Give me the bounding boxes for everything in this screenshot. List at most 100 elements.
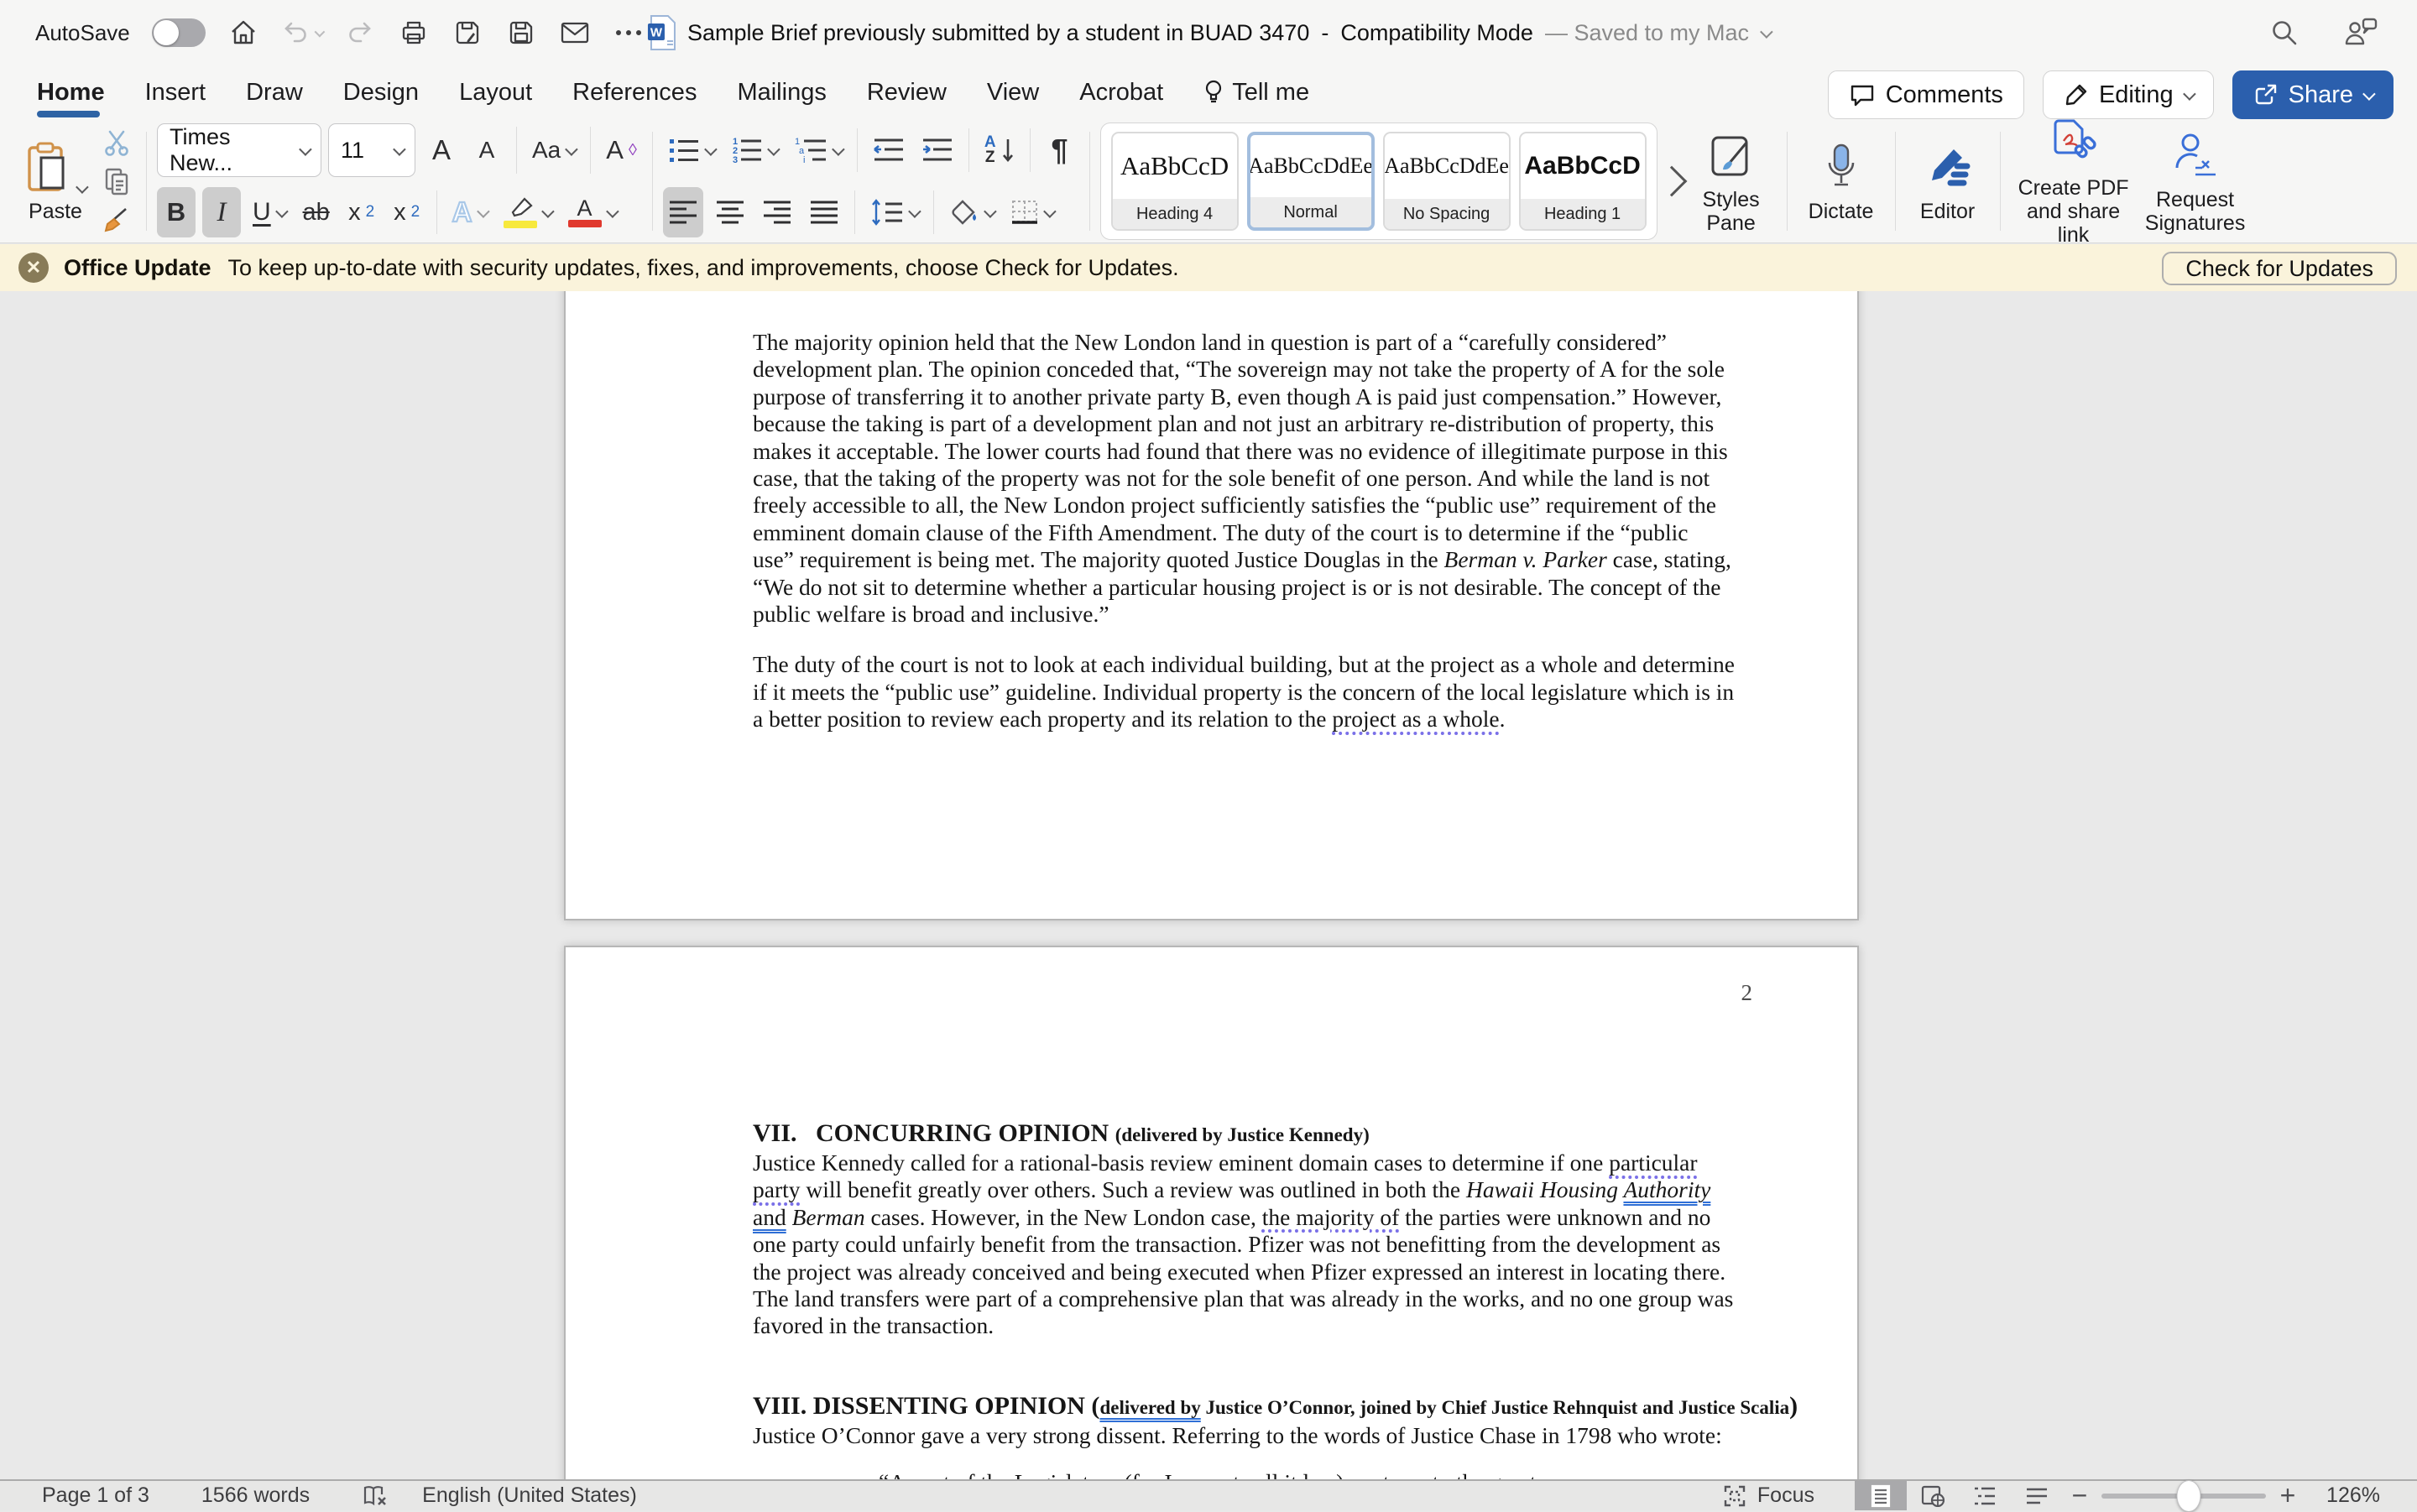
line-spacing-button[interactable] xyxy=(865,187,923,237)
autosave-toggle[interactable] xyxy=(152,18,206,47)
zoom-out-button[interactable]: − xyxy=(2063,1480,2096,1511)
clear-formatting-button[interactable]: A◊ xyxy=(601,125,642,175)
paragraph: The duty of the court is not to look at … xyxy=(753,651,1752,733)
borders-button[interactable] xyxy=(1005,187,1058,237)
zoom-slider-thumb[interactable] xyxy=(2176,1480,2200,1512)
tab-insert[interactable]: Insert xyxy=(145,65,206,119)
print-icon[interactable] xyxy=(398,17,430,49)
share-button[interactable]: Share xyxy=(2232,70,2394,119)
autosave-label: AutoSave xyxy=(35,20,130,46)
paste-chevron-icon xyxy=(76,180,89,194)
multilevel-list-button[interactable]: 1ai xyxy=(789,125,847,175)
strikethrough-button[interactable]: ab xyxy=(297,187,336,237)
style-card-heading-1[interactable]: AaBbCcDHeading 1 xyxy=(1519,132,1647,231)
superscript-button[interactable]: x2 xyxy=(388,187,426,237)
zoom-slider[interactable] xyxy=(2101,1494,2266,1499)
web-layout-view-button[interactable] xyxy=(1907,1481,1959,1510)
tab-draw[interactable]: Draw xyxy=(246,65,303,119)
editor-button[interactable]: Editor xyxy=(1906,139,1990,223)
tab-references[interactable]: References xyxy=(572,65,697,119)
document-area[interactable]: The majority opinion held that the New L… xyxy=(0,291,2417,1479)
paragraph: Justice O’Connor gave a very strong diss… xyxy=(753,1422,1752,1449)
font-size-select[interactable]: 11 xyxy=(328,123,415,177)
word-count-status[interactable]: 1566 words xyxy=(201,1483,310,1508)
draft-view-button[interactable] xyxy=(2011,1481,2063,1510)
style-card-normal[interactable]: AaBbCcDdEeNormal xyxy=(1247,132,1375,231)
request-signatures-button[interactable]: Request Signatures xyxy=(2137,128,2254,235)
styles-pane-button[interactable]: Styles Pane xyxy=(1686,128,1777,235)
save-icon[interactable] xyxy=(505,17,537,49)
redo-button[interactable] xyxy=(344,17,376,49)
document-page-2[interactable]: 2 VII. CONCURRING OPINION (delivered by … xyxy=(564,946,1859,1479)
shading-button[interactable] xyxy=(944,187,999,237)
decrease-indent-button[interactable] xyxy=(868,125,910,175)
search-icon[interactable] xyxy=(2269,18,2300,48)
create-pdf-button[interactable]: Create PDF and share link xyxy=(2011,116,2137,247)
align-right-button[interactable] xyxy=(757,187,797,237)
justify-button[interactable] xyxy=(804,187,844,237)
change-case-button[interactable]: Aa xyxy=(527,125,580,175)
focus-button[interactable]: Focus xyxy=(1722,1483,1814,1508)
italic-button[interactable]: I xyxy=(202,187,241,237)
align-left-button[interactable] xyxy=(663,187,703,237)
tab-acrobat[interactable]: Acrobat xyxy=(1079,65,1163,119)
show-paragraph-marks-button[interactable]: ¶ xyxy=(1041,125,1079,175)
subscript-button[interactable]: x2 xyxy=(342,187,381,237)
comments-button[interactable]: Comments xyxy=(1828,70,2024,119)
feedback-icon[interactable] xyxy=(2343,17,2378,49)
document-page-1[interactable]: The majority opinion held that the New L… xyxy=(564,291,1859,920)
language-status[interactable]: English (United States) xyxy=(422,1483,637,1508)
proofing-status-icon[interactable] xyxy=(362,1484,389,1508)
underline-button[interactable]: U xyxy=(248,187,290,237)
align-center-button[interactable] xyxy=(710,187,750,237)
style-card-heading-4[interactable]: AaBbCcDHeading 4 xyxy=(1111,132,1239,231)
print-layout-view-button[interactable] xyxy=(1855,1481,1907,1510)
font-color-button[interactable]: A xyxy=(563,187,621,237)
title-bar: AutoSave xyxy=(0,0,2417,65)
font-name-select[interactable]: Times New... xyxy=(157,123,321,177)
paste-button[interactable]: Paste xyxy=(15,139,96,223)
dismiss-update-icon[interactable]: ✕ xyxy=(18,253,49,283)
dictate-button[interactable]: Dictate xyxy=(1798,139,1885,223)
save-as-icon[interactable] xyxy=(452,17,483,49)
zoom-percentage[interactable]: 126% xyxy=(2305,1483,2380,1508)
grow-font-button[interactable]: Aˆ xyxy=(422,125,461,175)
chevron-down-icon xyxy=(299,143,312,156)
tab-tell-me[interactable]: Tell me xyxy=(1203,65,1309,119)
highlight-button[interactable] xyxy=(499,187,556,237)
editing-mode-dropdown[interactable]: Editing xyxy=(2043,70,2214,119)
tab-view[interactable]: View xyxy=(987,65,1039,119)
home-icon[interactable] xyxy=(227,17,259,49)
tab-mailings[interactable]: Mailings xyxy=(737,65,826,119)
outline-view-button[interactable] xyxy=(1959,1481,2011,1510)
saved-chevron-icon[interactable] xyxy=(1760,25,1773,39)
svg-text:i: i xyxy=(803,155,805,164)
bullets-button[interactable] xyxy=(663,125,719,175)
zoom-in-button[interactable]: + xyxy=(2271,1480,2305,1511)
shrink-font-button[interactable]: Aˆ xyxy=(467,125,506,175)
mail-icon[interactable] xyxy=(559,17,591,49)
undo-button[interactable] xyxy=(281,17,322,49)
sort-button[interactable]: AZ xyxy=(979,125,1020,175)
text-effects-button[interactable]: A xyxy=(447,187,492,237)
numbering-button[interactable]: 123 xyxy=(726,125,782,175)
bold-button[interactable]: B xyxy=(157,187,196,237)
tab-home[interactable]: Home xyxy=(37,65,105,119)
check-for-updates-button[interactable]: Check for Updates xyxy=(2162,252,2397,285)
office-update-bar: ✕ Office Update To keep up-to-date with … xyxy=(0,244,2417,291)
style-card-no-spacing[interactable]: AaBbCcDdEeNo Spacing xyxy=(1383,132,1511,231)
chevron-down-icon xyxy=(2183,87,2196,101)
tab-design[interactable]: Design xyxy=(343,65,419,119)
tab-layout[interactable]: Layout xyxy=(459,65,532,119)
ribbon: Paste Times New... 11 xyxy=(0,119,2417,243)
copy-button[interactable] xyxy=(97,164,136,199)
format-painter-button[interactable] xyxy=(97,202,136,237)
cut-button[interactable] xyxy=(97,125,136,160)
styles-gallery-more-icon[interactable] xyxy=(1656,166,1687,197)
word-doc-icon: W xyxy=(647,15,676,50)
saved-status[interactable]: — Saved to my Mac xyxy=(1545,20,1749,46)
tab-review[interactable]: Review xyxy=(867,65,947,119)
more-icon[interactable] xyxy=(613,17,645,49)
page-count-status[interactable]: Page 1 of 3 xyxy=(42,1483,149,1508)
increase-indent-button[interactable] xyxy=(916,125,958,175)
